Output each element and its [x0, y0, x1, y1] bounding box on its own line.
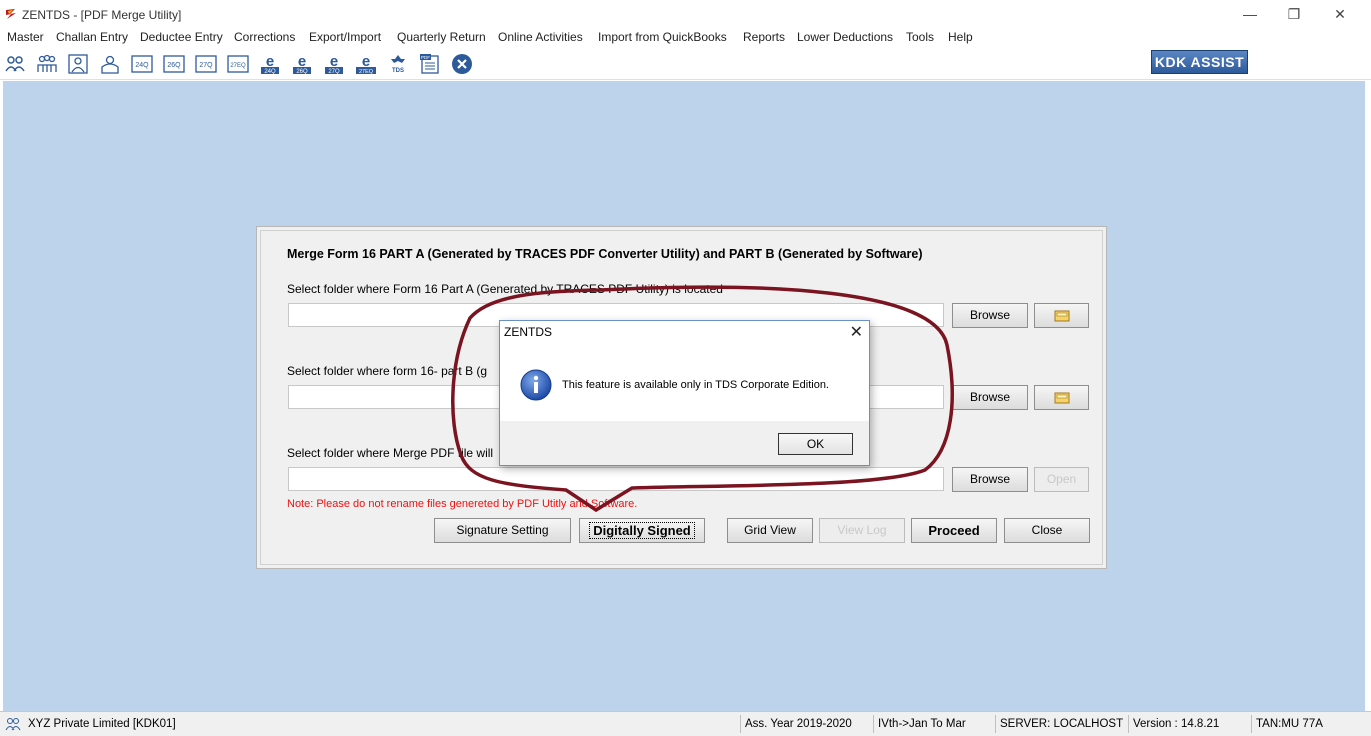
info-icon: [520, 369, 552, 401]
panel-title: Merge Form 16 PART A (Generated by TRACE…: [287, 247, 923, 261]
menu-deductee-entry[interactable]: Deductee Entry: [140, 30, 223, 44]
dialog-message: This feature is available only in TDS Co…: [562, 379, 829, 391]
status-bar: XYZ Private Limited [KDK01] Ass. Year 20…: [0, 711, 1371, 736]
svg-text:27Q: 27Q: [199, 62, 213, 69]
kdk-assist-button[interactable]: KDK ASSIST: [1151, 50, 1248, 74]
menu-reports[interactable]: Reports: [743, 30, 785, 44]
svg-text:24Q: 24Q: [264, 69, 276, 75]
dialog-footer: OK: [500, 421, 869, 465]
app-logo-icon: [6, 9, 16, 19]
efile-24q-icon[interactable]: e 24Q: [259, 53, 281, 75]
form-24q-icon[interactable]: 24Q: [131, 53, 153, 75]
proceed-button[interactable]: Proceed: [911, 518, 997, 543]
part-a-label: Select folder where Form 16 Part A (Gene…: [287, 282, 723, 296]
tds-icon[interactable]: TDS: [387, 53, 409, 75]
status-quarter: IVth->Jan To Mar: [873, 715, 966, 733]
efile-27eq-icon[interactable]: e 27EQ: [355, 53, 377, 75]
exit-icon[interactable]: [451, 53, 473, 75]
svg-text:24Q: 24Q: [135, 62, 149, 69]
status-server: SERVER: LOCALHOST: [995, 715, 1123, 733]
ok-button[interactable]: OK: [778, 433, 853, 455]
open-button[interactable]: Open: [1034, 467, 1089, 492]
form-26q-icon[interactable]: 26Q: [163, 53, 185, 75]
menu-corrections[interactable]: Corrections: [234, 30, 295, 44]
grid-view-button[interactable]: Grid View: [727, 518, 813, 543]
merge-output-label: Select folder where Merge PDF file will: [287, 446, 494, 460]
svg-text:27Q: 27Q: [328, 69, 340, 75]
title-bar: ZENTDS - [PDF Merge Utility] — ❐ ✕: [0, 0, 1371, 28]
part-a-open-folder-button[interactable]: [1034, 303, 1089, 328]
employee-icon[interactable]: [67, 53, 89, 75]
merge-output-folder-input[interactable]: [288, 467, 944, 491]
folder-icon: [1054, 310, 1069, 322]
part-a-browse-button[interactable]: Browse: [952, 303, 1028, 328]
close-window-icon[interactable]: ✕: [1325, 4, 1355, 24]
person-icon[interactable]: [99, 53, 121, 75]
menu-master[interactable]: Master: [7, 30, 44, 44]
menu-challan-entry[interactable]: Challan Entry: [56, 30, 128, 44]
dialog-title: ZENTDS: [504, 325, 552, 339]
signature-setting-button[interactable]: Signature Setting: [434, 518, 571, 543]
part-b-browse-button[interactable]: Browse: [952, 385, 1028, 410]
efile-27q-icon[interactable]: e 27Q: [323, 53, 345, 75]
svg-text:PDF: PDF: [421, 55, 430, 60]
menu-bar: Master Challan Entry Deductee Entry Corr…: [0, 28, 1371, 48]
folder-icon: [1054, 392, 1069, 404]
dialog-close-icon[interactable]: ✕: [850, 322, 863, 342]
message-dialog: ZENTDS ✕ This feature is available only …: [499, 320, 870, 466]
svg-text:27EQ: 27EQ: [230, 63, 246, 69]
status-tan: TAN:MU 77A: [1251, 715, 1323, 733]
svg-text:26Q: 26Q: [167, 62, 181, 69]
restore-icon[interactable]: ❐: [1279, 4, 1309, 24]
menu-export-import[interactable]: Export/Import: [309, 30, 381, 44]
menu-import-quickbooks[interactable]: Import from QuickBooks: [598, 30, 727, 44]
menu-help[interactable]: Help: [948, 30, 973, 44]
deductee-group-icon[interactable]: [36, 53, 58, 75]
part-b-label: Select folder where form 16- part B (g: [287, 364, 488, 378]
deductor-icon[interactable]: [4, 53, 26, 75]
svg-text:26Q: 26Q: [296, 69, 308, 75]
menu-quarterly-return[interactable]: Quarterly Return: [397, 30, 486, 44]
menu-tools[interactable]: Tools: [906, 30, 934, 44]
view-log-button[interactable]: View Log: [819, 518, 905, 543]
part-b-open-folder-button[interactable]: [1034, 385, 1089, 410]
status-company: XYZ Private Limited [KDK01]: [28, 718, 176, 730]
digitally-signed-button[interactable]: Digitally Signed: [579, 518, 705, 543]
pdf-icon[interactable]: PDF: [419, 53, 441, 75]
svg-text:27EQ: 27EQ: [359, 69, 374, 75]
status-version: Version : 14.8.21: [1128, 715, 1219, 733]
svg-text:TDS: TDS: [392, 68, 404, 74]
users-icon: [5, 718, 21, 731]
efile-26q-icon[interactable]: e 26Q: [291, 53, 313, 75]
digitally-signed-label: Digitally Signed: [589, 522, 695, 539]
close-button[interactable]: Close: [1004, 518, 1090, 543]
rename-warning-note: Note: Please do not rename files generet…: [287, 498, 638, 510]
minimize-icon[interactable]: —: [1235, 4, 1265, 24]
form-27eq-icon[interactable]: 27EQ: [227, 53, 249, 75]
status-assessment-year: Ass. Year 2019-2020: [740, 715, 852, 733]
menu-online-activities[interactable]: Online Activities: [498, 30, 583, 44]
form-27q-icon[interactable]: 27Q: [195, 53, 217, 75]
window-title: ZENTDS - [PDF Merge Utility]: [22, 8, 182, 22]
merge-browse-button[interactable]: Browse: [952, 467, 1028, 492]
menu-lower-deductions[interactable]: Lower Deductions: [797, 30, 893, 44]
